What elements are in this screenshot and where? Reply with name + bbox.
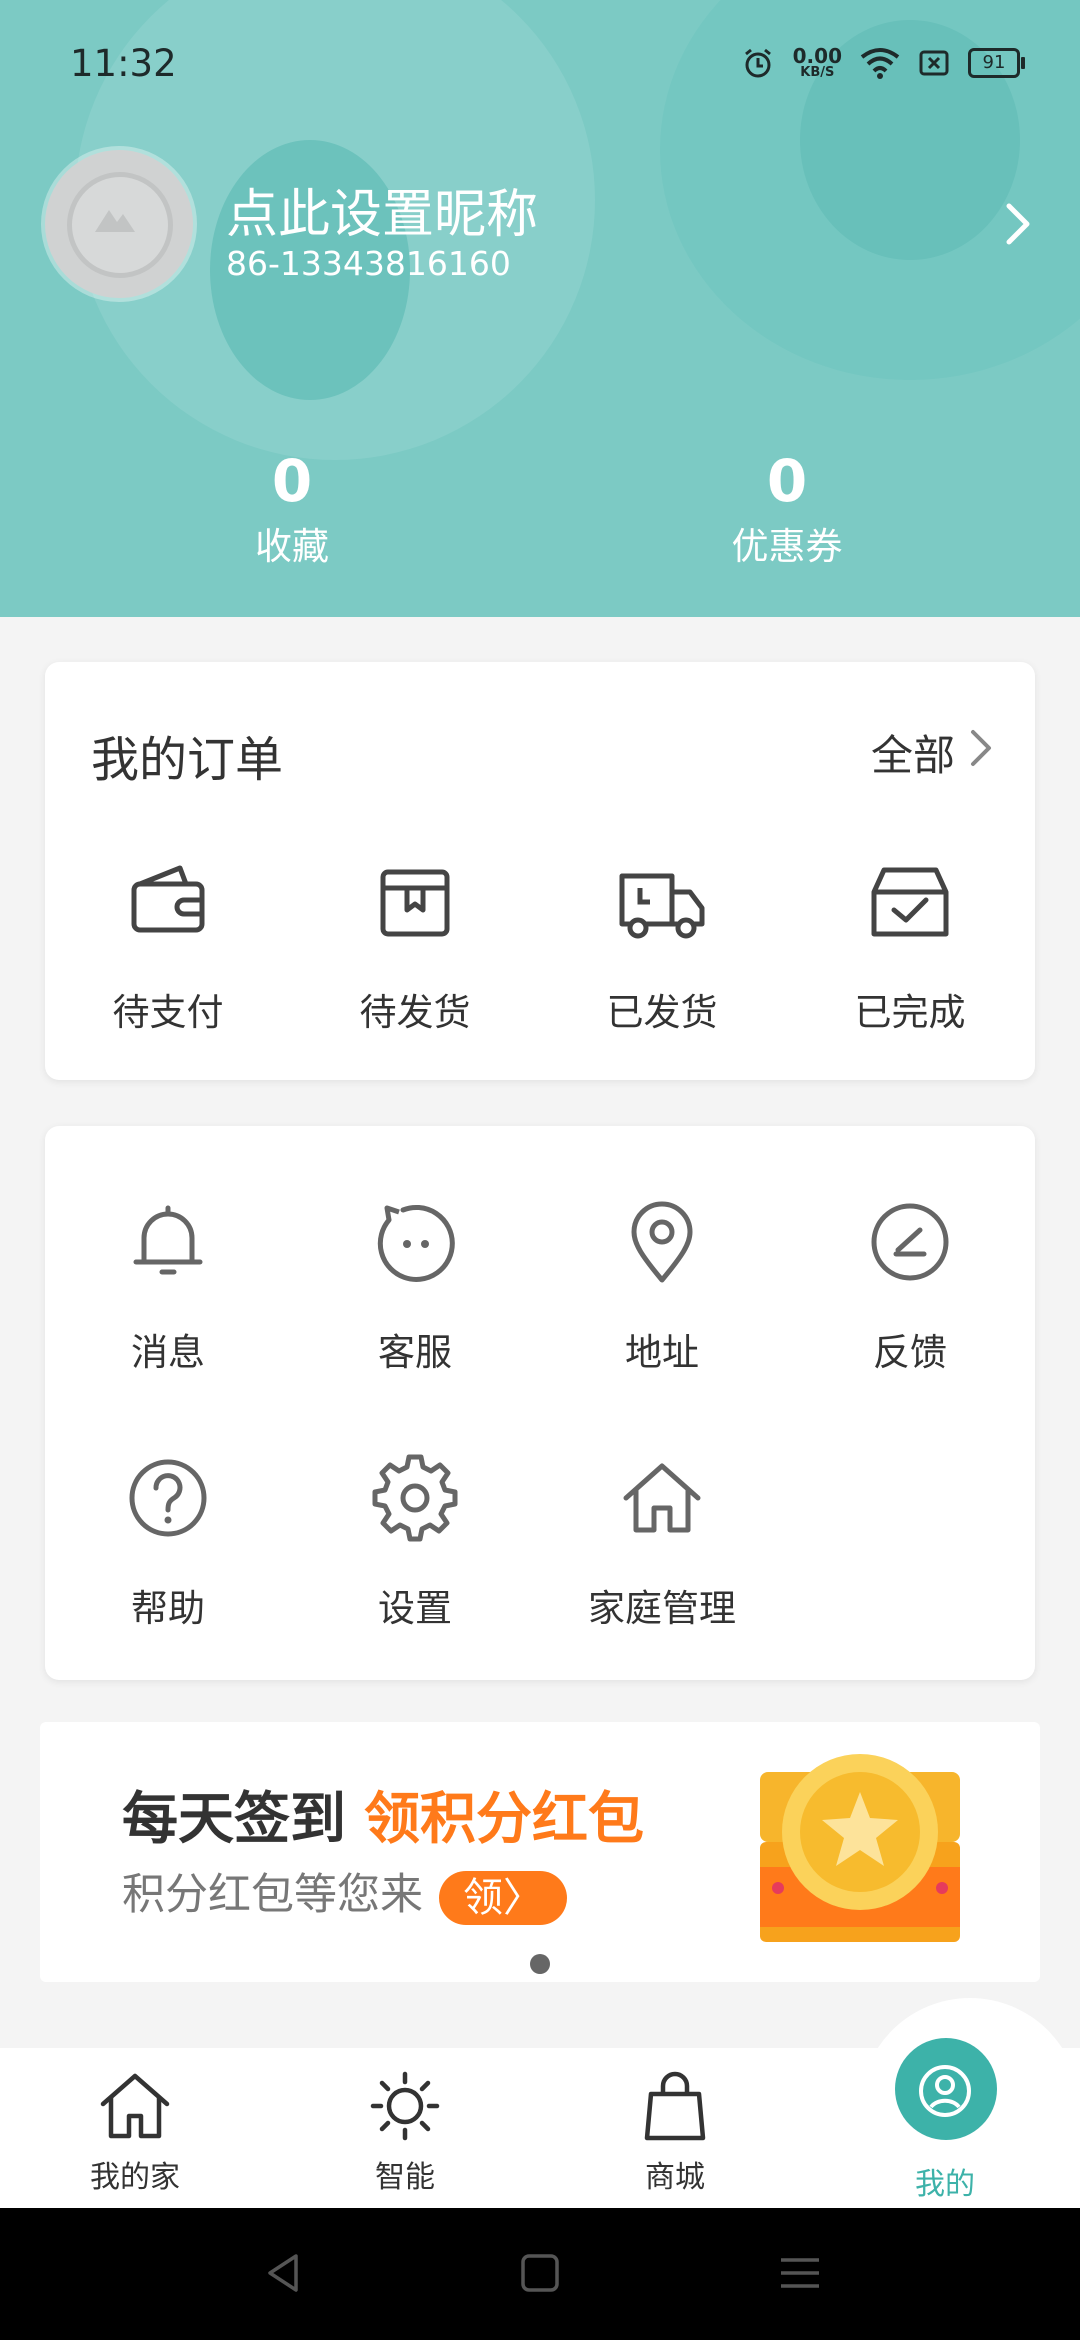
wifi-icon xyxy=(860,48,900,79)
battery-icon: 91 xyxy=(968,48,1025,78)
help-icon xyxy=(129,1459,207,1537)
avatar[interactable] xyxy=(45,150,193,298)
banner-claim-button[interactable]: 领〉 xyxy=(439,1870,567,1925)
service-address[interactable]: 地址 xyxy=(572,1192,752,1376)
tab-label: 我的 xyxy=(915,2167,975,2202)
checkin-banner[interactable]: 每天签到 领积分红包 积分红包等您来 领〉 xyxy=(40,1722,1040,1982)
orders-title: 我的订单 xyxy=(91,732,284,788)
service-customer-support[interactable]: 客服 xyxy=(325,1192,505,1376)
system-navigation-bar xyxy=(0,2208,1080,2340)
tab-me[interactable]: 我的 xyxy=(845,2048,1045,2203)
banner-subtext: 积分红包等您来 xyxy=(122,1870,423,1920)
home-button-icon[interactable] xyxy=(515,2248,565,2298)
stat-value: 0 xyxy=(766,447,808,515)
sim-card-icon xyxy=(919,50,949,76)
gear-icon xyxy=(372,1454,458,1542)
status-bar: 11:32 0.00 KB/S 91 xyxy=(0,0,1080,130)
profile-header: 11:32 0.00 KB/S 91 点此设置昵称 86-13343816160 … xyxy=(0,0,1080,617)
bell-icon xyxy=(133,1205,203,1275)
service-help[interactable]: 帮助 xyxy=(78,1448,258,1632)
orders-card: 我的订单 全部 待支付 待发货 已发货 已完成 xyxy=(45,662,1035,1080)
customer-service-icon xyxy=(377,1204,455,1282)
service-label: 反馈 xyxy=(873,1331,947,1374)
order-completed[interactable]: 已完成 xyxy=(820,852,1000,1036)
banner-claim-arrow: 〉 xyxy=(503,1874,543,1921)
banner-subline: 积分红包等您来 领〉 xyxy=(122,1860,567,1925)
sun-icon xyxy=(370,2071,440,2141)
stat-value: 0 xyxy=(271,447,313,515)
service-label: 家庭管理 xyxy=(588,1587,736,1630)
banner-page-indicator xyxy=(530,1954,550,1974)
service-label: 帮助 xyxy=(131,1587,205,1630)
location-pin-icon xyxy=(631,1201,693,1283)
completed-box-icon xyxy=(871,867,949,937)
house-icon xyxy=(100,2073,170,2139)
banner-claim-label: 领 xyxy=(463,1874,503,1921)
tab-smart[interactable]: 智能 xyxy=(305,2066,505,2196)
service-settings[interactable]: 设置 xyxy=(325,1448,505,1632)
banner-highlight: 领积分红包 xyxy=(364,1787,644,1852)
order-shipped[interactable]: 已发货 xyxy=(572,852,752,1036)
stat-label: 优惠券 xyxy=(731,525,843,568)
banner-headline: 每天签到 领积分红包 xyxy=(122,1774,644,1855)
banner-prefix: 每天签到 xyxy=(122,1787,346,1852)
package-icon xyxy=(380,869,450,937)
avatar-placeholder-icon xyxy=(67,172,173,278)
services-card: 消息 客服 地址 反馈 帮助 设置 家庭管理 xyxy=(45,1126,1035,1680)
status-time: 11:32 xyxy=(70,42,177,85)
service-feedback[interactable]: 反馈 xyxy=(820,1192,1000,1376)
phone-number: 86-13343816160 xyxy=(226,244,511,283)
treasure-chest-icon xyxy=(760,1754,960,1942)
order-label: 待发货 xyxy=(359,991,471,1034)
menu-icon[interactable] xyxy=(775,2248,825,2298)
status-icons: 0.00 KB/S 91 xyxy=(741,46,1025,80)
chevron-right-icon[interactable] xyxy=(967,726,995,770)
stat-label: 收藏 xyxy=(255,525,329,568)
order-label: 已发货 xyxy=(606,991,718,1034)
network-speed: 0.00 KB/S xyxy=(793,46,842,80)
service-label: 客服 xyxy=(378,1331,452,1374)
order-pending-shipment[interactable]: 待发货 xyxy=(325,852,505,1036)
network-speed-unit: KB/S xyxy=(800,65,835,80)
order-label: 已完成 xyxy=(854,991,966,1034)
user-profile-icon xyxy=(919,2065,971,2117)
truck-icon xyxy=(619,873,705,939)
back-icon[interactable] xyxy=(258,2248,308,2298)
stat-coupons[interactable]: 0 优惠券 xyxy=(637,446,937,572)
wallet-icon xyxy=(131,865,205,933)
tab-label: 智能 xyxy=(375,2160,435,2195)
service-label: 设置 xyxy=(378,1587,452,1630)
tab-mall[interactable]: 商城 xyxy=(575,2066,775,2196)
tab-my-home[interactable]: 我的家 xyxy=(35,2066,235,2196)
chevron-right-icon[interactable] xyxy=(995,196,1043,252)
tab-label: 我的家 xyxy=(90,2160,180,2195)
service-label: 地址 xyxy=(625,1331,699,1374)
tab-label: 商城 xyxy=(645,2160,705,2195)
alarm-icon xyxy=(744,48,771,78)
stat-favorites[interactable]: 0 收藏 xyxy=(142,446,442,572)
shopping-bag-icon xyxy=(644,2071,706,2141)
home-icon xyxy=(623,1463,701,1533)
orders-all-link[interactable]: 全部 xyxy=(871,722,955,783)
order-label: 待支付 xyxy=(112,991,224,1034)
service-family-management[interactable]: 家庭管理 xyxy=(572,1448,752,1632)
nickname[interactable]: 点此设置昵称 xyxy=(226,172,538,247)
service-messages[interactable]: 消息 xyxy=(78,1192,258,1376)
order-pending-payment[interactable]: 待支付 xyxy=(78,852,258,1036)
service-label: 消息 xyxy=(131,1331,205,1374)
feedback-icon xyxy=(871,1203,949,1281)
